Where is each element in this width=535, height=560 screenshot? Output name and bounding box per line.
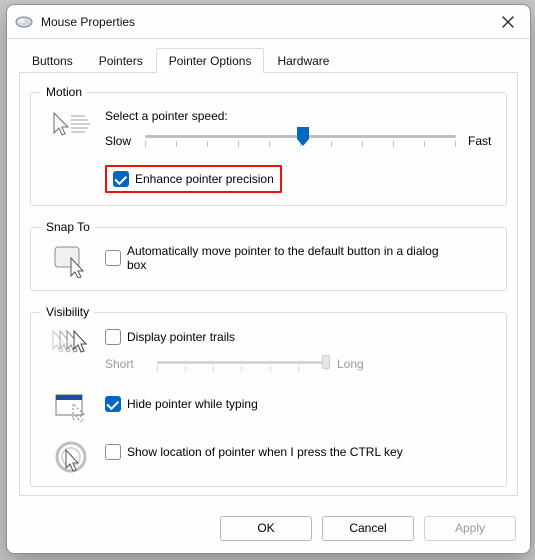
cancel-button[interactable]: Cancel bbox=[322, 516, 414, 541]
tab-hardware[interactable]: Hardware bbox=[264, 48, 342, 73]
snap-to-icon bbox=[53, 244, 93, 278]
snap-to-default-label: Automatically move pointer to the defaul… bbox=[127, 244, 457, 272]
tab-buttons[interactable]: Buttons bbox=[19, 48, 86, 73]
enhance-pointer-precision-label: Enhance pointer precision bbox=[135, 172, 274, 186]
close-icon bbox=[502, 16, 514, 28]
show-location-ctrl-label: Show location of pointer when I press th… bbox=[127, 445, 403, 459]
group-motion-legend: Motion bbox=[41, 85, 87, 99]
ctrl-locator-icon bbox=[54, 440, 92, 474]
tab-panel-pointer-options: Motion bbox=[19, 73, 518, 496]
ok-button[interactable]: OK bbox=[220, 516, 312, 541]
tab-pointers[interactable]: Pointers bbox=[86, 48, 156, 73]
close-button[interactable] bbox=[494, 16, 522, 28]
pointer-speed-slider[interactable] bbox=[145, 129, 456, 153]
pointer-speed-fast-label: Fast bbox=[462, 134, 496, 148]
tab-pointer-options[interactable]: Pointer Options bbox=[156, 48, 265, 73]
tab-strip: Buttons Pointers Pointer Options Hardwar… bbox=[19, 47, 518, 73]
trails-short-label: Short bbox=[105, 357, 147, 371]
mouse-icon bbox=[15, 15, 33, 29]
pointer-speed-icon bbox=[52, 109, 94, 143]
group-snap-to-legend: Snap To bbox=[41, 220, 95, 234]
slider-thumb-icon bbox=[294, 127, 312, 147]
pointer-trails-icon bbox=[51, 329, 95, 359]
pointer-speed-slow-label: Slow bbox=[105, 134, 139, 148]
window-title: Mouse Properties bbox=[41, 15, 494, 29]
group-visibility: Visibility Display pointer tr bbox=[30, 305, 507, 487]
group-snap-to: Snap To Automatically move p bbox=[30, 220, 507, 291]
display-pointer-trails-label: Display pointer trails bbox=[127, 330, 235, 344]
pointer-speed-label: Select a pointer speed: bbox=[105, 109, 496, 123]
group-visibility-legend: Visibility bbox=[41, 305, 94, 319]
dialog-body: Buttons Pointers Pointer Options Hardwar… bbox=[7, 39, 530, 506]
group-motion: Motion bbox=[30, 85, 507, 206]
pointer-trails-slider bbox=[157, 354, 327, 374]
show-location-ctrl-checkbox[interactable]: Show location of pointer when I press th… bbox=[105, 444, 403, 460]
display-pointer-trails-checkbox[interactable]: Display pointer trails bbox=[105, 329, 235, 345]
hide-while-typing-icon bbox=[53, 392, 93, 422]
mouse-properties-dialog: Mouse Properties Buttons Pointers Pointe… bbox=[6, 4, 531, 554]
trails-long-label: Long bbox=[337, 357, 379, 371]
slider-thumb-icon bbox=[322, 355, 330, 369]
apply-button: Apply bbox=[424, 516, 516, 541]
titlebar: Mouse Properties bbox=[7, 5, 530, 39]
highlight-box: Enhance pointer precision bbox=[105, 165, 282, 193]
snap-to-default-checkbox[interactable]: Automatically move pointer to the defaul… bbox=[105, 244, 457, 272]
hide-pointer-while-typing-label: Hide pointer while typing bbox=[127, 397, 258, 411]
hide-pointer-while-typing-checkbox[interactable]: Hide pointer while typing bbox=[105, 396, 258, 412]
enhance-pointer-precision-checkbox[interactable]: Enhance pointer precision bbox=[113, 171, 274, 187]
dialog-button-bar: OK Cancel Apply bbox=[7, 506, 530, 553]
